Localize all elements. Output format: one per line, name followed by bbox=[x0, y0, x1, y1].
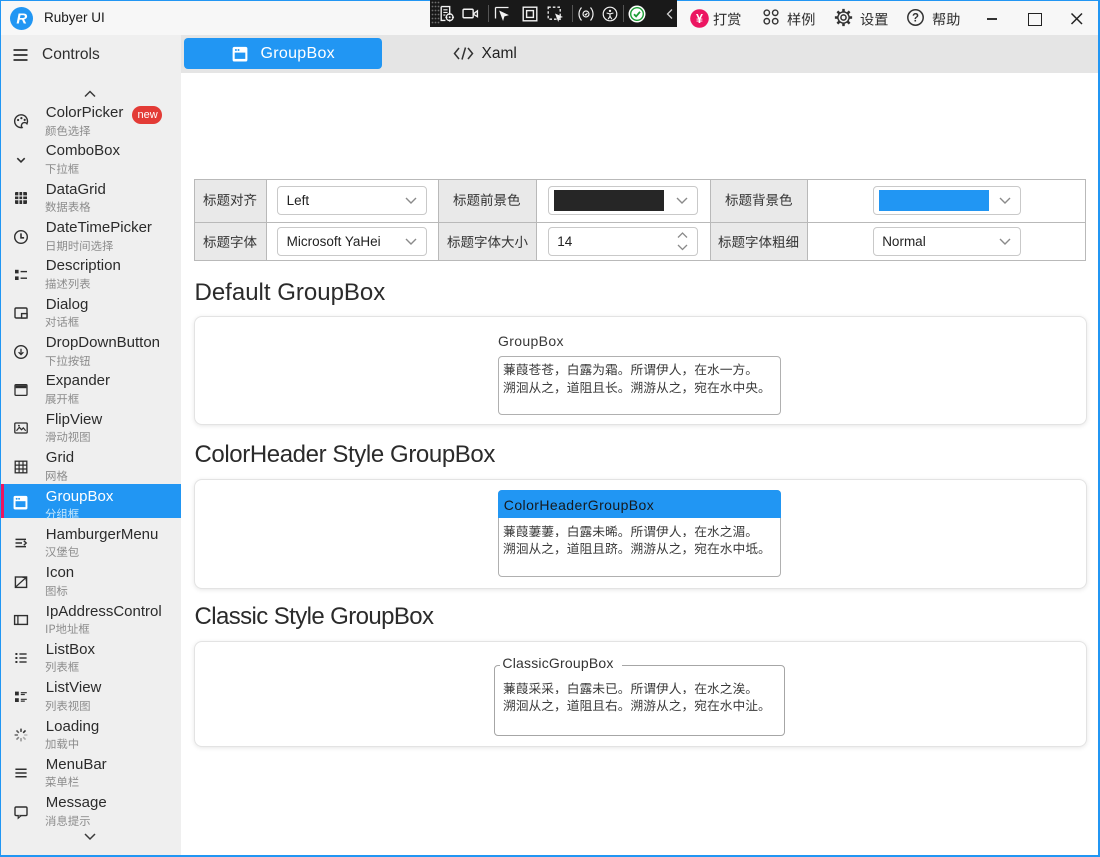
svg-text:R: R bbox=[17, 10, 28, 27]
svg-text:¥: ¥ bbox=[696, 12, 703, 26]
svg-text:?: ? bbox=[911, 13, 918, 25]
